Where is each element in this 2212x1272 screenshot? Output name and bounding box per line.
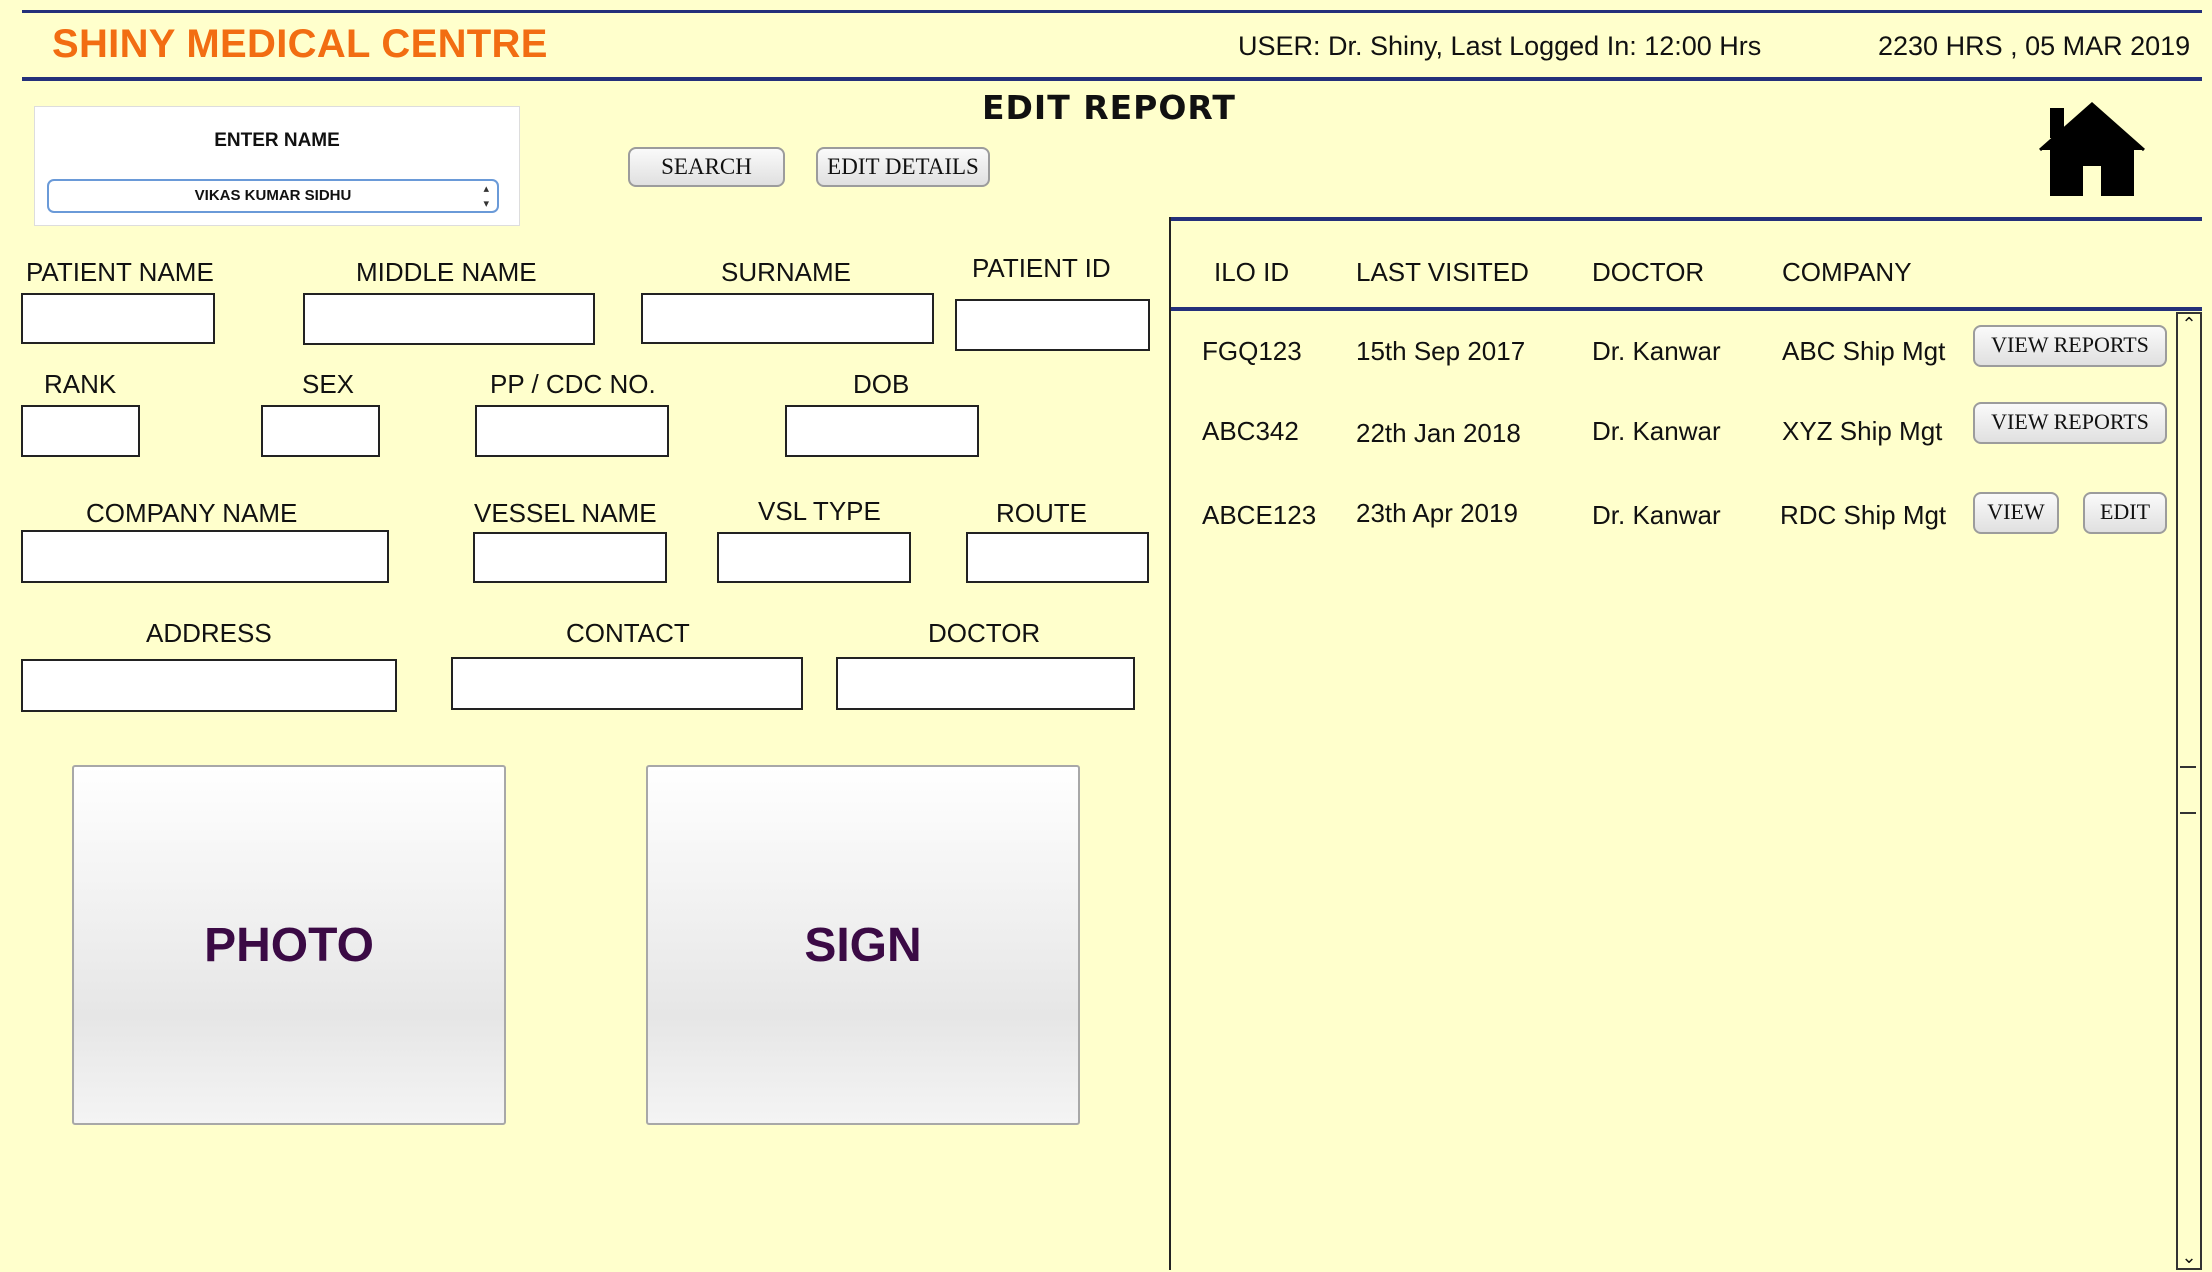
surname-field[interactable] (641, 293, 934, 344)
patient-name-field[interactable] (21, 293, 215, 344)
patient-id-field[interactable] (955, 299, 1150, 351)
address-label: ADDRESS (146, 618, 272, 648)
header-company: COMPANY (1782, 257, 1912, 287)
row-doctor: Dr. Kanwar (1592, 416, 1721, 446)
row-ilo-id: ABC342 (1202, 416, 1299, 446)
rank-label: RANK (44, 369, 117, 399)
dob-field[interactable] (785, 405, 979, 457)
vsl-type-label: VSL TYPE (758, 496, 881, 526)
edit-button[interactable]: EDIT (2083, 492, 2167, 534)
doctor-field[interactable] (836, 657, 1135, 710)
sex-label: SEX (302, 369, 355, 399)
name-selector-panel: ENTER NAME VIKAS KUMAR SIDHU ▴ ▾ (34, 106, 520, 226)
row-company: ABC Ship Mgt (1782, 336, 1946, 366)
select-arrows-icon: ▴ ▾ (483, 183, 489, 210)
row-ilo-id: ABCE123 (1202, 500, 1317, 530)
middle-name-field[interactable] (303, 293, 595, 345)
table-scrollbar[interactable]: ⌃ ⌄ (2176, 312, 2202, 1270)
table-header-rule (1171, 307, 2202, 311)
scroll-up-icon[interactable]: ⌃ (2178, 314, 2200, 335)
pp-cdc-field[interactable] (475, 405, 669, 457)
header-ilo-id: ILO ID (1214, 257, 1290, 287)
edit-details-button[interactable]: EDIT DETAILS (816, 147, 990, 187)
route-field[interactable] (966, 532, 1149, 583)
row-ilo-id: FGQ123 (1202, 336, 1302, 366)
sign-upload[interactable]: SIGN (646, 765, 1080, 1125)
view-reports-button[interactable]: VIEW REPORTS (1973, 325, 2167, 367)
row-doctor: Dr. Kanwar (1592, 336, 1721, 366)
row-company: XYZ Ship Mgt (1782, 416, 1943, 446)
company-name-label: COMPANY NAME (86, 498, 298, 528)
table-top-rule (1171, 217, 2202, 221)
scroll-down-icon[interactable]: ⌄ (2178, 1247, 2200, 1268)
header-doctor: DOCTOR (1592, 257, 1705, 287)
patient-name-label: PATIENT NAME (26, 257, 214, 287)
page-title: EDIT REPORT (982, 88, 1236, 127)
vessel-name-field[interactable] (473, 532, 667, 583)
address-field[interactable] (21, 659, 397, 712)
panel-divider (1169, 217, 1171, 1270)
route-label: ROUTE (996, 498, 1087, 528)
dob-label: DOB (853, 369, 910, 399)
middle-name-label: MIDDLE NAME (356, 257, 537, 287)
photo-upload[interactable]: PHOTO (72, 765, 506, 1125)
brand-title: SHINY MEDICAL CENTRE (52, 22, 548, 66)
contact-field[interactable] (451, 657, 803, 710)
sign-label: SIGN (804, 918, 922, 972)
search-button[interactable]: SEARCH (628, 147, 785, 187)
row-doctor: Dr. Kanwar (1592, 500, 1721, 530)
row-last-visited: 23th Apr 2019 (1356, 498, 1518, 528)
vsl-type-field[interactable] (717, 532, 911, 583)
home-icon[interactable] (2036, 100, 2148, 200)
view-button[interactable]: VIEW (1973, 492, 2059, 534)
user-info: USER: Dr. Shiny, Last Logged In: 12:00 H… (1238, 31, 1762, 61)
header-rule (22, 77, 2202, 81)
rank-field[interactable] (21, 405, 140, 457)
row-last-visited: 15th Sep 2017 (1356, 336, 1526, 366)
surname-label: SURNAME (721, 257, 852, 287)
view-reports-button[interactable]: VIEW REPORTS (1973, 402, 2167, 444)
scroll-thumb[interactable] (2180, 766, 2196, 814)
photo-label: PHOTO (204, 918, 374, 972)
company-name-field[interactable] (21, 530, 389, 583)
pp-cdc-label: PP / CDC NO. (490, 369, 656, 399)
enter-name-label: ENTER NAME (214, 130, 340, 151)
selected-name: VIKAS KUMAR SIDHU (194, 187, 352, 204)
top-rule (22, 10, 2202, 13)
contact-label: CONTACT (566, 618, 690, 648)
sex-field[interactable] (261, 405, 380, 457)
vessel-name-label: VESSEL NAME (474, 498, 657, 528)
patient-id-label: PATIENT ID (972, 253, 1111, 283)
row-company: RDC Ship Mgt (1780, 500, 1947, 530)
doctor-label: DOCTOR (928, 618, 1041, 648)
current-datetime: 2230 HRS , 05 MAR 2019 (1878, 31, 2191, 61)
patient-name-select[interactable]: VIKAS KUMAR SIDHU ▴ ▾ (47, 179, 499, 213)
header-last-visited: LAST VISITED (1356, 257, 1529, 287)
row-last-visited: 22th Jan 2018 (1356, 418, 1521, 448)
